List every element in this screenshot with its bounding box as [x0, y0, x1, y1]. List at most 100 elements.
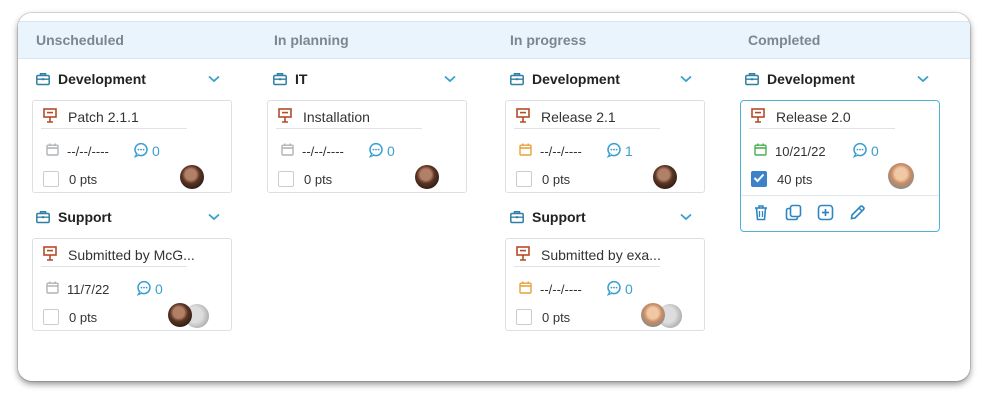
task-card[interactable]: Release 2.1 --/--/---- 1 0 pts: [505, 100, 705, 193]
card-title[interactable]: Submitted by exa...: [541, 247, 661, 263]
edit-icon[interactable]: [847, 202, 867, 222]
column-header: In planning: [256, 21, 492, 59]
avatar[interactable]: [180, 165, 204, 189]
briefcase-icon: [510, 210, 524, 224]
comments[interactable]: 1: [606, 142, 633, 160]
checkmark-icon: [753, 170, 765, 188]
avatar[interactable]: [653, 165, 677, 189]
chevron-down-icon[interactable]: [207, 210, 221, 224]
comments[interactable]: 0: [368, 142, 395, 160]
card-actions: [751, 202, 867, 222]
group-header-it[interactable]: IT: [273, 67, 307, 91]
done-checkbox[interactable]: [516, 171, 532, 187]
avatar[interactable]: [168, 303, 192, 327]
comments[interactable]: 0: [133, 142, 160, 160]
group-name: Development: [532, 71, 620, 87]
card-title[interactable]: Release 2.0: [776, 109, 851, 125]
due-date[interactable]: 10/21/22: [775, 144, 826, 159]
comments[interactable]: 0: [606, 280, 633, 298]
avatar[interactable]: [641, 303, 665, 327]
chevron-down-icon[interactable]: [207, 72, 221, 86]
chevron-down-icon[interactable]: [916, 72, 930, 86]
comment-icon: [133, 142, 149, 161]
chevron-down-icon[interactable]: [443, 72, 457, 86]
comment-count: 0: [152, 143, 160, 159]
task-card[interactable]: Submitted by exa... --/--/---- 0 0 pts: [505, 238, 705, 331]
comment-icon: [606, 142, 622, 161]
column-in-planning: In planning IT Installation --/--/---- 0…: [256, 13, 494, 381]
done-checkbox[interactable]: [278, 171, 294, 187]
calendar-icon: [46, 281, 59, 297]
task-card[interactable]: Submitted by McG... 11/7/22 0 0 pts: [32, 238, 232, 331]
calendar-icon: [754, 143, 767, 159]
trash-icon[interactable]: [751, 202, 771, 222]
group-header-support[interactable]: Support: [36, 205, 112, 229]
calendar-icon: [519, 143, 532, 159]
column-header: Completed: [730, 21, 970, 59]
group-header-development[interactable]: Development: [36, 67, 146, 91]
comment-count: 0: [155, 281, 163, 297]
comment-count: 0: [387, 143, 395, 159]
comment-count: 0: [625, 281, 633, 297]
story-points: 0 pts: [69, 171, 98, 187]
due-date[interactable]: --/--/----: [540, 144, 582, 159]
comment-icon: [368, 142, 384, 161]
group-header-development[interactable]: Development: [510, 67, 620, 91]
done-checkbox[interactable]: [516, 309, 532, 325]
avatar[interactable]: [415, 165, 439, 189]
task-card[interactable]: Installation --/--/---- 0 0 pts: [267, 100, 467, 193]
story-points: 40 pts: [777, 171, 813, 187]
calendar-icon: [46, 143, 59, 159]
group-header-support[interactable]: Support: [510, 205, 586, 229]
project-icon: [751, 108, 765, 126]
briefcase-icon: [745, 72, 759, 86]
task-card-selected[interactable]: Release 2.0 10/21/22 0 40 pts: [740, 100, 940, 232]
add-icon[interactable]: [815, 202, 835, 222]
project-icon: [43, 108, 57, 126]
card-title[interactable]: Release 2.1: [541, 109, 616, 125]
task-card[interactable]: Patch 2.1.1 --/--/---- 0 0 pts: [32, 100, 232, 193]
due-date[interactable]: --/--/----: [302, 144, 344, 159]
group-name: Support: [532, 209, 586, 225]
comment-icon: [606, 280, 622, 299]
briefcase-icon: [36, 72, 50, 86]
briefcase-icon: [36, 210, 50, 224]
column-unscheduled: Unscheduled Development Patch 2.1.1 --/-…: [18, 13, 258, 381]
column-header: In progress: [492, 21, 730, 59]
due-date[interactable]: --/--/----: [67, 144, 109, 159]
card-title[interactable]: Patch 2.1.1: [68, 109, 139, 125]
divider: [514, 128, 660, 129]
copy-icon[interactable]: [783, 202, 803, 222]
done-checkbox[interactable]: [43, 309, 59, 325]
chevron-down-icon[interactable]: [679, 210, 693, 224]
divider: [749, 128, 895, 129]
due-date[interactable]: 11/7/22: [67, 282, 109, 297]
comments[interactable]: 0: [136, 280, 163, 298]
project-icon: [43, 246, 57, 264]
story-points: 0 pts: [304, 171, 333, 187]
done-checkbox[interactable]: [43, 171, 59, 187]
divider: [276, 128, 422, 129]
divider: [41, 128, 187, 129]
divider: [741, 195, 939, 196]
avatar[interactable]: [888, 163, 914, 189]
chevron-down-icon[interactable]: [679, 72, 693, 86]
card-title[interactable]: Installation: [303, 109, 370, 125]
project-icon: [278, 108, 292, 126]
card-title[interactable]: Submitted by McG...: [68, 247, 195, 263]
column-in-progress: In progress Development Release 2.1 --/-…: [492, 13, 732, 381]
group-name: Development: [767, 71, 855, 87]
comments[interactable]: 0: [852, 142, 879, 160]
group-name: IT: [295, 71, 308, 87]
comment-icon: [136, 280, 152, 299]
comment-count: 0: [871, 143, 879, 159]
due-date[interactable]: --/--/----: [540, 282, 582, 297]
group-header-development[interactable]: Development: [745, 67, 855, 91]
story-points: 0 pts: [542, 171, 571, 187]
story-points: 0 pts: [542, 309, 571, 325]
story-points: 0 pts: [69, 309, 98, 325]
done-checkbox[interactable]: [751, 171, 767, 187]
column-header: Unscheduled: [18, 21, 256, 59]
kanban-board: Unscheduled Development Patch 2.1.1 --/-…: [18, 13, 970, 381]
project-icon: [516, 246, 530, 264]
